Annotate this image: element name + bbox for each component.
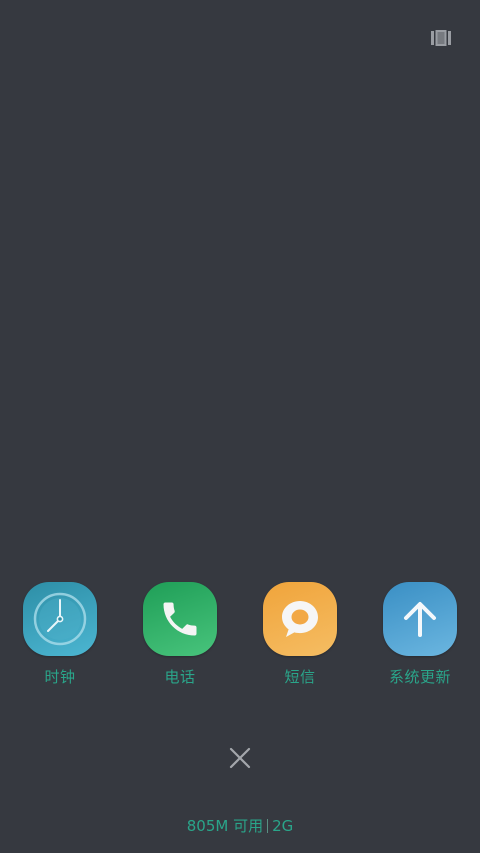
memory-available-text: 805M 可用 (186, 817, 264, 835)
clock-app-icon (23, 582, 97, 656)
messages-app-icon (263, 582, 337, 656)
recent-app-label: 系统更新 (388, 668, 451, 686)
phone-icon (163, 602, 197, 636)
memory-status: 805M 可用 2G (0, 815, 480, 836)
recent-apps-row: 时钟 电话 短信 系统更新 (0, 582, 480, 692)
memory-total-text: 2G (272, 817, 294, 835)
multi-window-toggle-button[interactable] (428, 26, 454, 50)
recent-app-system-update[interactable]: 系统更新 (370, 582, 470, 687)
close-icon (229, 747, 251, 769)
recent-app-clock[interactable]: 时钟 (10, 582, 110, 687)
recent-app-label: 短信 (284, 668, 316, 686)
clear-all-button[interactable] (226, 744, 254, 772)
recent-app-messages[interactable]: 短信 (250, 582, 350, 687)
message-icon (282, 601, 318, 637)
multi-window-icon (431, 30, 451, 46)
clock-icon (33, 592, 87, 646)
upload-arrow-icon (404, 602, 436, 637)
system-update-app-icon (383, 582, 457, 656)
recent-app-label: 电话 (164, 668, 196, 686)
recent-app-phone[interactable]: 电话 (130, 582, 230, 687)
recent-app-label: 时钟 (44, 668, 76, 686)
memory-separator (267, 819, 269, 833)
recent-apps-screen: 时钟 电话 短信 系统更新 805M 可用 2G (0, 0, 480, 853)
phone-app-icon (143, 582, 217, 656)
